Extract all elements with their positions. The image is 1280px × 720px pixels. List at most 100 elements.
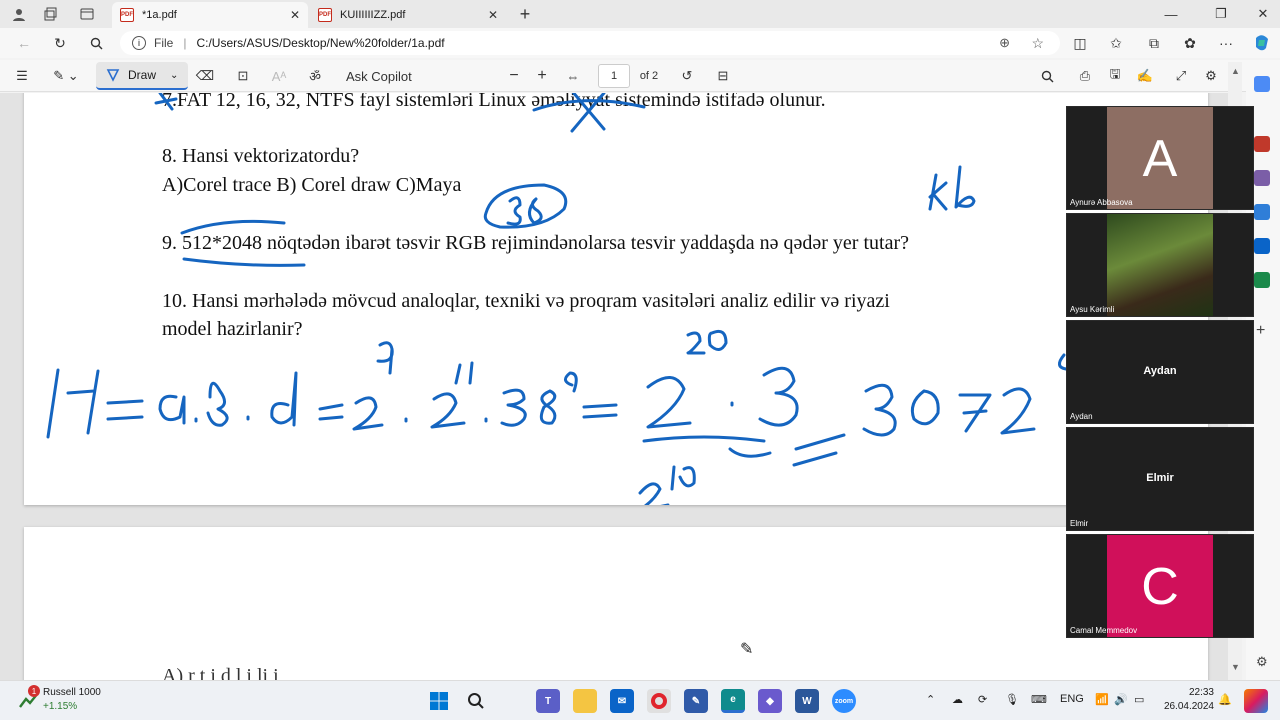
- tab-strip: PDF *1a.pdf ✕ PDF KUIIIIIIZZ.pdf ✕ + — ❐…: [0, 0, 1280, 28]
- tab-actions-icon[interactable]: [76, 4, 98, 24]
- close-tab-icon[interactable]: ✕: [488, 8, 498, 22]
- pdf-icon: PDF: [318, 8, 332, 22]
- pen-app-icon[interactable]: ✎: [684, 689, 708, 713]
- ink-formula-2c: [646, 376, 692, 429]
- mail-icon[interactable]: ✉: [610, 689, 634, 713]
- start-windows-icon[interactable]: [427, 689, 451, 713]
- add-text-icon[interactable]: ⊡: [232, 64, 254, 88]
- ink-formula-3: [500, 388, 527, 427]
- opera-icon[interactable]: [647, 689, 671, 713]
- video-tile-5[interactable]: C Camal Memmedov: [1066, 534, 1254, 638]
- contents-icon[interactable]: ☰: [10, 64, 34, 88]
- language-indicator[interactable]: ENG: [1060, 693, 1084, 705]
- copilot-icon[interactable]: [1250, 31, 1274, 55]
- workspaces-icon[interactable]: [40, 4, 62, 24]
- maximize-button[interactable]: ❐: [1210, 4, 1232, 24]
- address-row: ← ↻ i File | C:/Users/ASUS/Desktop/New%2…: [0, 28, 1280, 58]
- keyboard-icon[interactable]: ⌨: [1031, 693, 1047, 706]
- tab-1a-pdf[interactable]: PDF *1a.pdf ✕: [112, 2, 308, 28]
- scroll-down-icon[interactable]: ▼: [1231, 662, 1240, 672]
- edge-icon[interactable]: e: [721, 689, 745, 713]
- add-sidebar-app-icon[interactable]: +: [1256, 322, 1265, 340]
- refresh-icon[interactable]: ↻: [48, 31, 72, 55]
- info-icon[interactable]: i: [132, 36, 146, 50]
- find-icon[interactable]: [1036, 64, 1058, 88]
- volume-icon[interactable]: 🔊: [1114, 693, 1128, 706]
- file-explorer-icon[interactable]: [573, 689, 597, 713]
- video-tile-4[interactable]: Elmir Elmir: [1066, 427, 1254, 531]
- colorful-app-icon[interactable]: [1244, 689, 1268, 713]
- sidebar-settings-gear-icon[interactable]: ⚙: [1256, 654, 1268, 670]
- search-icon[interactable]: [84, 31, 108, 55]
- draw-pen-icon: [106, 69, 120, 82]
- pdf-viewer[interactable]: 7.FAT 12, 16, 32, NTFS fayl sistemləri L…: [0, 93, 1228, 680]
- favorites-icon[interactable]: ✩: [1104, 31, 1128, 55]
- draw-button[interactable]: Draw ⌄: [96, 62, 188, 90]
- notifications-bell-icon[interactable]: 🔔: [1218, 693, 1232, 706]
- sync-icon[interactable]: ⟳: [978, 693, 987, 706]
- onedrive-icon[interactable]: ☁: [952, 693, 963, 706]
- save-as-icon[interactable]: ✍: [1134, 64, 1156, 88]
- word-icon[interactable]: W: [795, 689, 819, 713]
- page-view-icon[interactable]: ⊟: [712, 64, 734, 88]
- extensions-icon[interactable]: ✿: [1178, 31, 1202, 55]
- video-tile-1[interactable]: A Aynurə Abbasova: [1066, 106, 1254, 210]
- wifi-icon[interactable]: 📶: [1095, 693, 1109, 706]
- url-text[interactable]: C:/Users/ASUS/Desktop/New%20folder/1a.pd…: [196, 36, 444, 50]
- zoom-out-button[interactable]: −: [504, 64, 524, 88]
- read-aloud-icon[interactable]: ॐ: [304, 64, 326, 88]
- highlight-icon[interactable]: ✎ ⌄: [46, 64, 86, 88]
- teams-icon[interactable]: T: [536, 689, 560, 713]
- participant-name: Aysu Kərimli: [1070, 305, 1115, 314]
- stock-widget-icon[interactable]: 1: [18, 685, 40, 711]
- notification-badge: 1: [28, 685, 40, 697]
- settings-gear-icon[interactable]: ⚙: [1200, 64, 1222, 88]
- zoom-icon[interactable]: ⊕: [999, 35, 1010, 51]
- pdf-page-1: 7.FAT 12, 16, 32, NTFS fayl sistemləri L…: [24, 93, 1208, 505]
- address-bar[interactable]: i File | C:/Users/ASUS/Desktop/New%20fol…: [120, 31, 1060, 55]
- favorite-star-icon[interactable]: ☆: [1031, 35, 1044, 52]
- ink-formula-2-10: [638, 465, 696, 505]
- eraser-icon[interactable]: ⌫: [194, 64, 216, 88]
- more-menu-icon[interactable]: ···: [1214, 31, 1238, 55]
- tray-overflow-icon[interactable]: ⌃: [926, 693, 935, 706]
- video-tile-3[interactable]: Aydan Aydan: [1066, 320, 1254, 424]
- ask-copilot-button[interactable]: Ask Copilot: [346, 64, 426, 88]
- tag-icon[interactable]: [1254, 76, 1270, 92]
- taskbar-search-icon[interactable]: [464, 689, 488, 713]
- zoom-app-icon[interactable]: zoom: [832, 689, 856, 713]
- drop-icon[interactable]: [1254, 272, 1270, 288]
- collections-icon[interactable]: ⧉: [1142, 31, 1166, 55]
- tab-kuiiiiiizz-pdf[interactable]: PDF KUIIIIIIZZ.pdf ✕: [310, 2, 506, 28]
- new-tab-button[interactable]: +: [514, 4, 536, 24]
- puzzle-icon[interactable]: [1254, 170, 1270, 186]
- ink-formula-2a: [352, 396, 384, 431]
- page-number-input[interactable]: 1: [598, 64, 630, 88]
- profile-icon[interactable]: [8, 4, 30, 24]
- ink-formula-0: [910, 389, 940, 426]
- ink-digit-8: [528, 197, 543, 225]
- print-icon[interactable]: ⎙: [1074, 64, 1096, 88]
- briefcase-icon[interactable]: [1254, 136, 1270, 152]
- microphone-icon[interactable]: 🎙: [1005, 693, 1019, 706]
- save-icon[interactable]: 🖫: [1104, 64, 1126, 88]
- clock-date[interactable]: 26.04.2024: [1154, 701, 1214, 712]
- rotate-icon[interactable]: ↺: [676, 64, 698, 88]
- fullscreen-icon[interactable]: ⤢: [1170, 64, 1192, 88]
- fit-page-icon[interactable]: ⇔: [562, 64, 584, 88]
- windows-taskbar: 1 Russell 1000 +1.15% T ✉ ✎ e ◆ W zoom ⌃…: [0, 680, 1280, 720]
- outlook-icon[interactable]: [1254, 238, 1270, 254]
- copilot-app-icon[interactable]: ◆: [758, 689, 782, 713]
- close-tab-icon[interactable]: ✕: [290, 8, 300, 22]
- split-screen-icon[interactable]: ◫: [1068, 31, 1092, 55]
- scroll-up-icon[interactable]: ▲: [1231, 66, 1240, 76]
- gem-icon[interactable]: [1254, 204, 1270, 220]
- close-window-button[interactable]: ✕: [1252, 4, 1274, 24]
- minimize-button[interactable]: —: [1160, 4, 1182, 24]
- zoom-in-button[interactable]: +: [532, 64, 552, 88]
- clock-time[interactable]: 22:33: [1164, 687, 1214, 698]
- battery-icon[interactable]: ▭: [1134, 693, 1144, 706]
- video-tile-2[interactable]: Aysu Kərimli: [1066, 213, 1254, 317]
- ink-formula-2d: [1000, 387, 1036, 435]
- back-icon[interactable]: ←: [12, 31, 36, 55]
